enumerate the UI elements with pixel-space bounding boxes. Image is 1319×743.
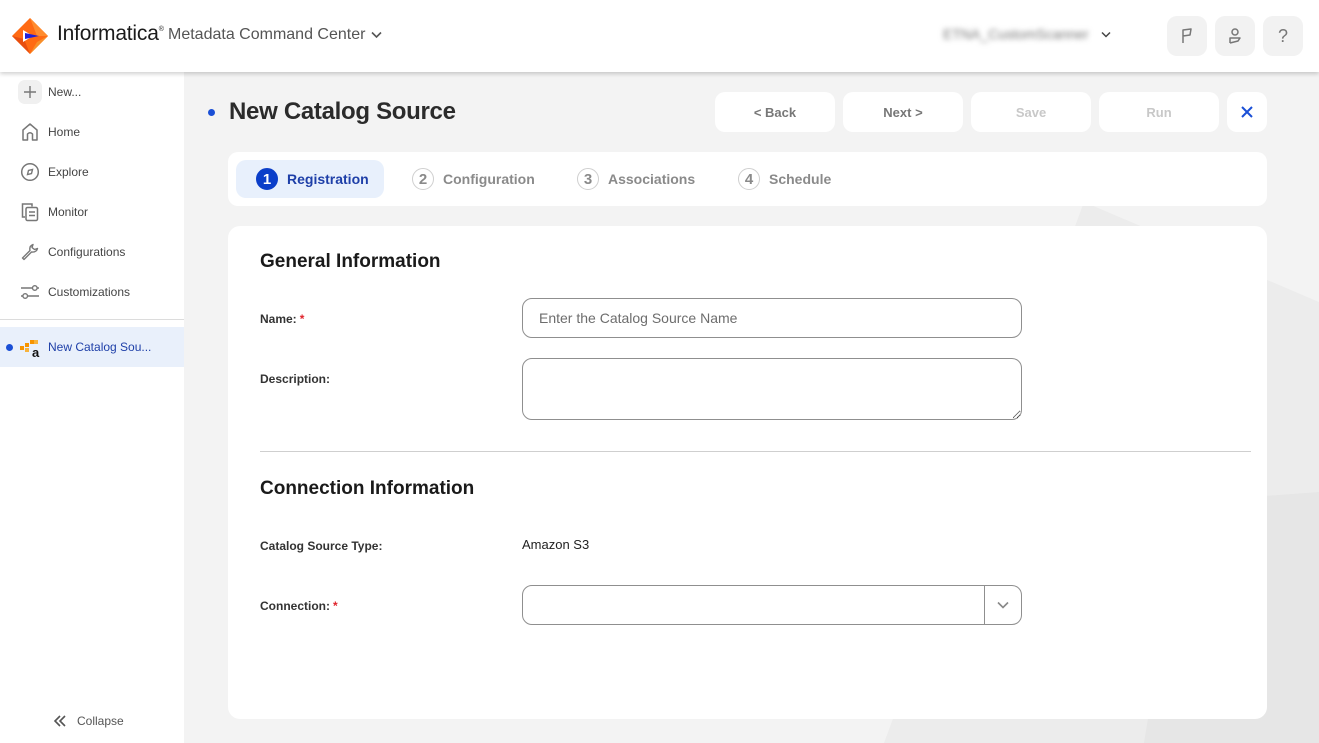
next-button[interactable]: Next > bbox=[843, 92, 963, 132]
close-button[interactable] bbox=[1227, 92, 1267, 132]
connection-label: Connection: * bbox=[260, 599, 338, 613]
amazon-aws-icon: a bbox=[20, 340, 40, 358]
step-number: 3 bbox=[577, 168, 599, 190]
help-button[interactable]: ? bbox=[1263, 16, 1303, 56]
sidebar-item-customizations[interactable]: Customizations bbox=[0, 272, 184, 312]
collapse-sidebar-button[interactable]: Collapse bbox=[53, 714, 124, 728]
user-icon bbox=[1229, 28, 1241, 44]
sidebar-divider bbox=[0, 319, 184, 320]
general-information-heading: General Information bbox=[260, 251, 441, 272]
sidebar-item-label: Customizations bbox=[48, 285, 131, 299]
app-name: Metadata Command Center bbox=[168, 26, 366, 43]
connection-information-heading: Connection Information bbox=[260, 478, 475, 499]
unsaved-indicator-dot bbox=[208, 109, 215, 116]
double-chevron-left-icon bbox=[53, 715, 66, 727]
step-label: Schedule bbox=[769, 171, 832, 187]
sidebar-item-label: Monitor bbox=[48, 205, 89, 219]
svg-text:a: a bbox=[32, 345, 40, 358]
step-associations[interactable]: 3 Associations bbox=[577, 160, 695, 198]
connection-select[interactable] bbox=[522, 585, 1022, 625]
section-divider bbox=[260, 451, 1251, 452]
step-registration[interactable]: 1 Registration bbox=[236, 160, 384, 198]
informatica-logo-icon[interactable] bbox=[11, 17, 49, 55]
description-label: Description: bbox=[260, 372, 331, 386]
step-schedule[interactable]: 4 Schedule bbox=[738, 160, 831, 198]
org-name: ETNA_CustomScanner bbox=[943, 26, 1089, 42]
chevron-down-icon[interactable] bbox=[996, 600, 1010, 610]
compass-icon bbox=[19, 161, 41, 183]
name-input[interactable] bbox=[522, 298, 1022, 338]
flag-icon bbox=[1182, 28, 1192, 43]
monitor-docs-icon bbox=[19, 201, 41, 223]
sidebar-item-label: Configurations bbox=[48, 245, 126, 259]
back-button[interactable]: < Back bbox=[715, 92, 835, 132]
app-switcher[interactable]: Metadata Command Center bbox=[168, 26, 383, 44]
wrench-icon bbox=[19, 241, 41, 263]
notifications-button[interactable] bbox=[1167, 16, 1207, 56]
help-icon: ? bbox=[1277, 25, 1288, 46]
run-button[interactable]: Run bbox=[1099, 92, 1219, 132]
plus-icon bbox=[18, 80, 42, 104]
step-number: 4 bbox=[738, 168, 760, 190]
required-asterisk: * bbox=[299, 312, 305, 326]
step-label: Registration bbox=[287, 171, 369, 187]
user-profile-button[interactable] bbox=[1215, 16, 1255, 56]
sidebar-item-label: Explore bbox=[48, 165, 89, 179]
chevron-down-icon bbox=[371, 31, 383, 39]
sliders-icon bbox=[19, 281, 41, 303]
home-icon bbox=[19, 121, 41, 143]
sidebar: New... Home Explore Monitor Configuratio… bbox=[0, 72, 184, 743]
step-configuration[interactable]: 2 Configuration bbox=[412, 160, 535, 198]
top-bar: Informatica® Metadata Command Center ETN… bbox=[0, 0, 1319, 72]
sidebar-item-label: Home bbox=[48, 125, 81, 139]
brand-name: Informatica® bbox=[57, 22, 164, 45]
save-button[interactable]: Save bbox=[971, 92, 1091, 132]
catalog-source-type-value: Amazon S3 bbox=[522, 537, 590, 552]
select-separator bbox=[984, 586, 985, 624]
sidebar-item-home[interactable]: Home bbox=[0, 112, 184, 152]
sidebar-item-label: New... bbox=[48, 85, 82, 99]
step-number: 1 bbox=[256, 168, 278, 190]
open-tab-label: New Catalog Sou... bbox=[48, 340, 152, 354]
catalog-source-type-label: Catalog Source Type: bbox=[260, 539, 383, 553]
org-switcher[interactable]: ETNA_CustomScanner bbox=[943, 26, 1111, 42]
description-textarea[interactable] bbox=[522, 358, 1022, 420]
sidebar-item-explore[interactable]: Explore bbox=[0, 152, 184, 192]
collapse-label: Collapse bbox=[77, 714, 124, 728]
step-label: Associations bbox=[608, 171, 696, 187]
close-icon bbox=[1241, 106, 1253, 118]
open-tab-new-catalog-source[interactable]: a New Catalog Sou... bbox=[0, 327, 184, 367]
chevron-down-icon bbox=[1100, 31, 1111, 38]
required-asterisk: * bbox=[333, 599, 338, 613]
name-label: Name: * bbox=[260, 312, 305, 326]
sidebar-item-new[interactable]: New... bbox=[0, 72, 184, 112]
registration-form-card: General Information Name:* Description: … bbox=[228, 226, 1267, 719]
wizard-stepper: 1 Registration 2 Configuration 3 Associa… bbox=[228, 152, 1267, 206]
sidebar-item-configurations[interactable]: Configurations bbox=[0, 232, 184, 272]
step-label: Configuration bbox=[443, 171, 535, 187]
step-number: 2 bbox=[412, 168, 434, 190]
sidebar-item-monitor[interactable]: Monitor bbox=[0, 192, 184, 232]
unsaved-indicator-dot bbox=[6, 343, 13, 351]
page-title: New Catalog Source bbox=[229, 98, 456, 125]
